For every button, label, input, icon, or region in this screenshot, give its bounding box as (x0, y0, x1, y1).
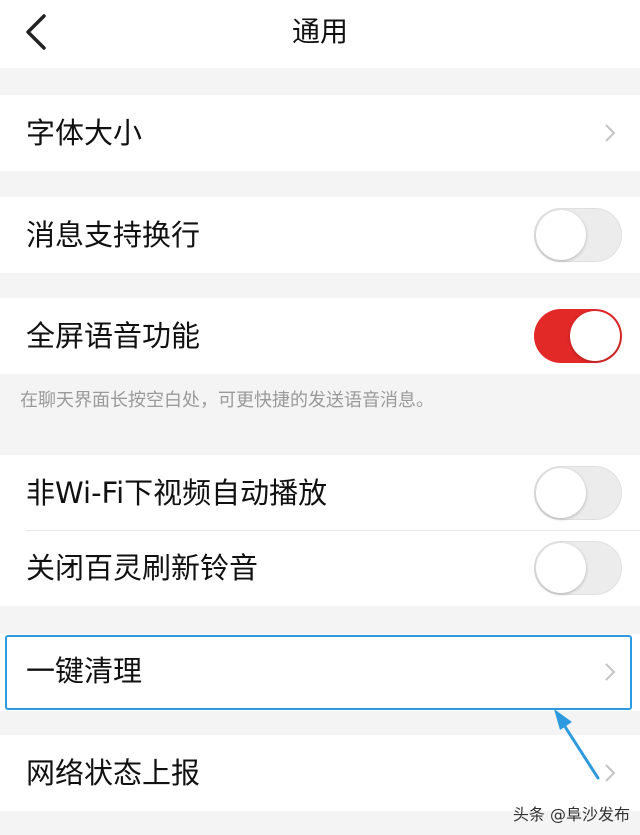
setting-label: 网络状态上报 (26, 756, 201, 790)
setting-label: 关闭百灵刷新铃音 (26, 551, 259, 585)
page-title: 通用 (291, 15, 348, 48)
setting-label: 一键清理 (26, 654, 143, 688)
nav-header: 通用 (0, 0, 640, 68)
toggle-knob (536, 543, 586, 593)
setting-row-font-size[interactable]: 字体大小 (0, 95, 640, 171)
wifi-autoplay-toggle[interactable] (534, 466, 622, 520)
toggle-knob (570, 311, 620, 361)
setting-row-wifi-autoplay: 非Wi-Fi下视频自动播放 (0, 455, 640, 531)
setting-row-fullscreen-voice: 全屏语音功能 (0, 298, 640, 374)
message-wrap-toggle[interactable] (534, 208, 622, 262)
watermark: 头条 @阜沙发布 (512, 805, 630, 824)
setting-row-refresh-ringtone: 关闭百灵刷新铃音 (0, 531, 640, 606)
toggle-knob (536, 210, 586, 260)
chevron-right-icon (605, 124, 616, 142)
setting-label: 字体大小 (26, 116, 143, 150)
setting-row-message-wrap: 消息支持换行 (0, 197, 640, 273)
toggle-knob (536, 468, 586, 518)
setting-label: 全屏语音功能 (26, 319, 201, 353)
setting-label: 消息支持换行 (26, 218, 201, 252)
setting-row-one-click-clean[interactable]: 一键清理 (0, 634, 640, 711)
fullscreen-voice-toggle[interactable] (534, 309, 622, 363)
chevron-right-icon (605, 764, 616, 782)
setting-row-network-report[interactable]: 网络状态上报 (0, 735, 640, 811)
refresh-ringtone-toggle[interactable] (534, 541, 622, 595)
chevron-right-icon (605, 663, 616, 681)
setting-label: 非Wi-Fi下视频自动播放 (26, 476, 328, 510)
fullscreen-voice-hint: 在聊天界面长按空白处，可更快捷的发送语音消息。 (20, 390, 434, 411)
